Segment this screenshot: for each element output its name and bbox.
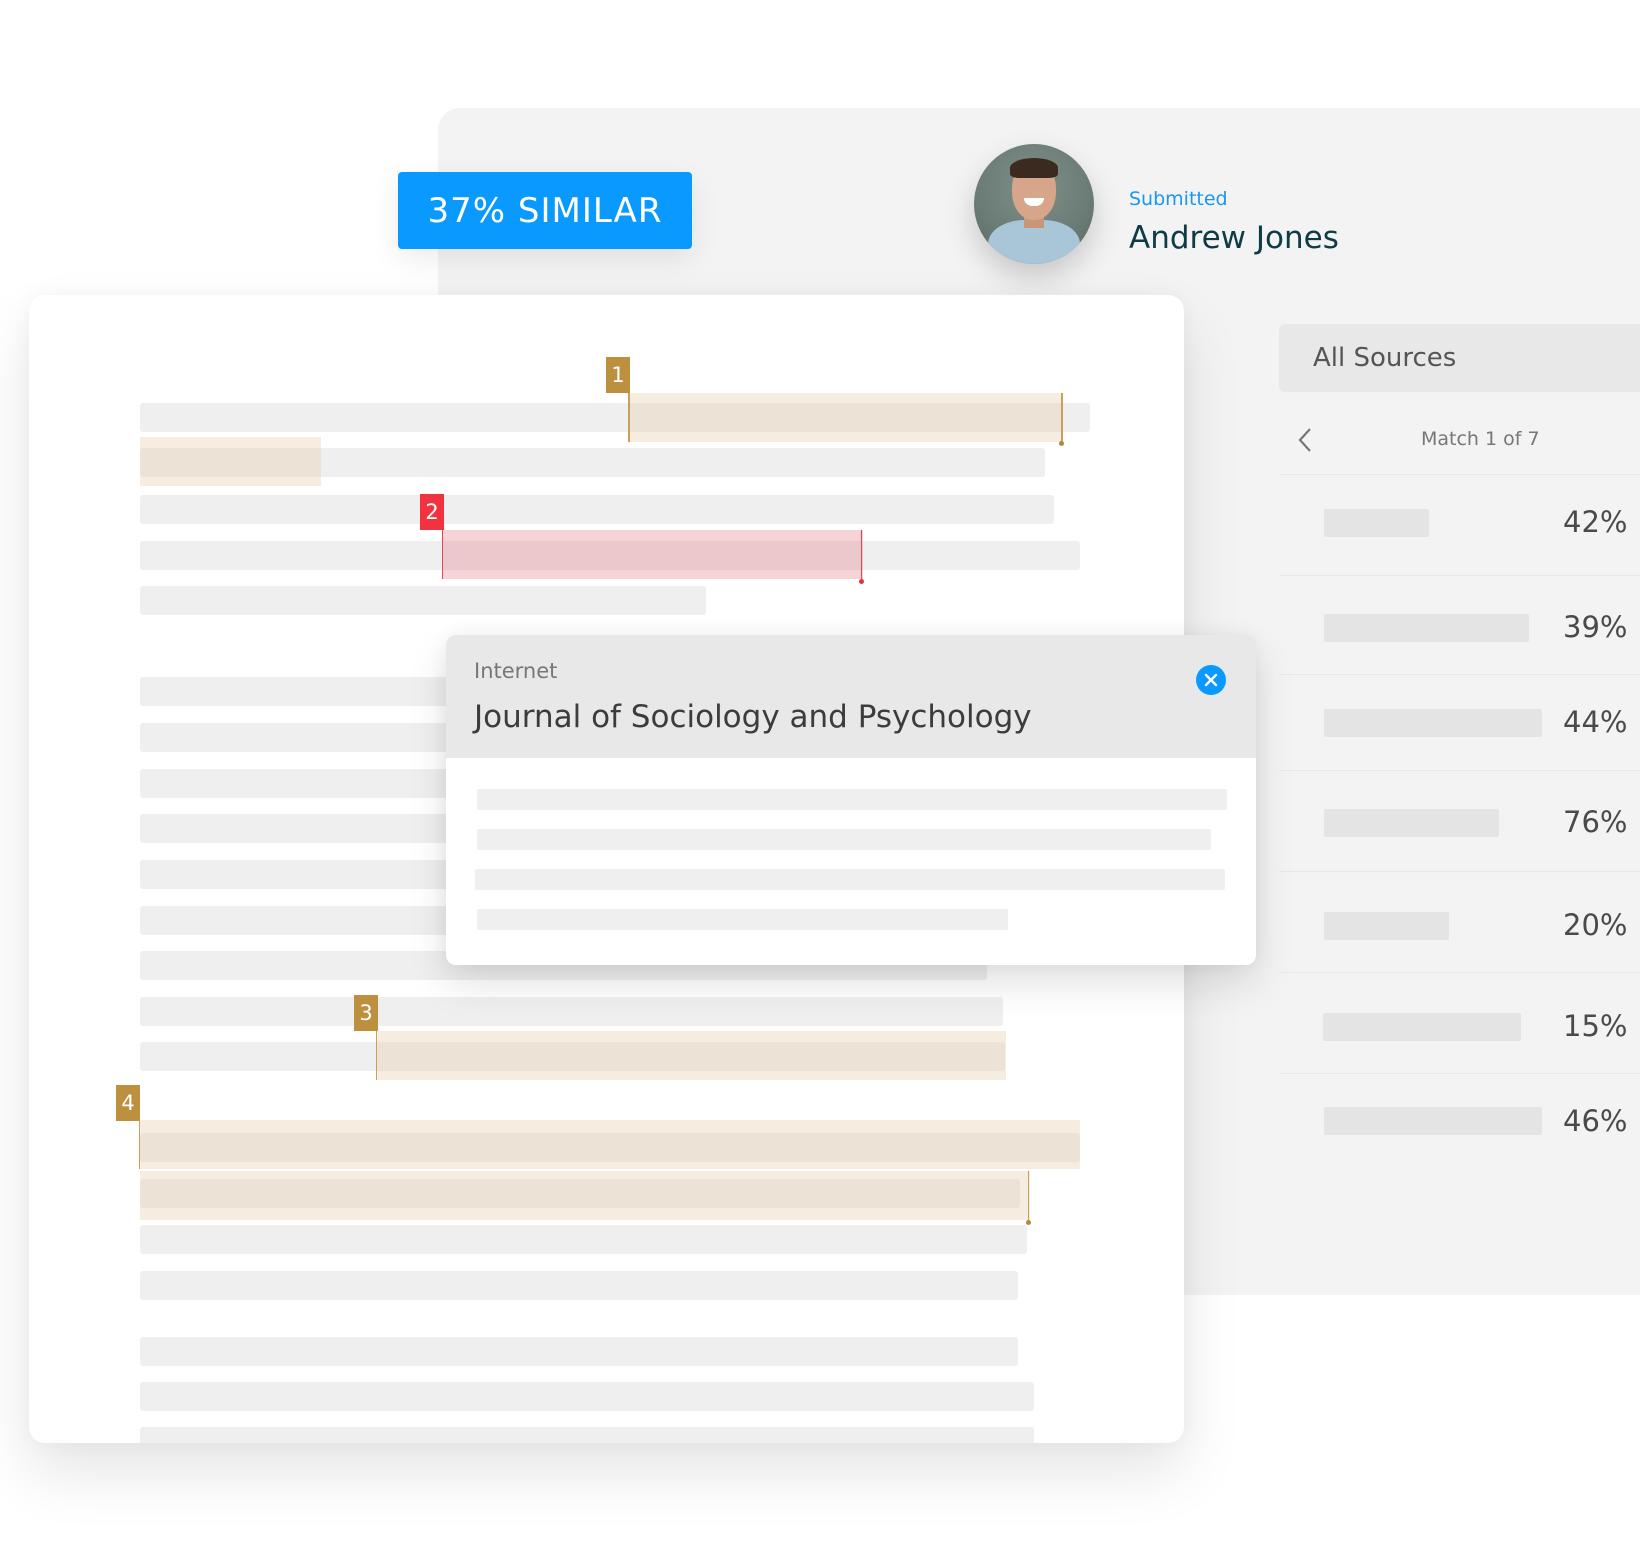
text-line — [140, 586, 706, 615]
submission-status-label: Submitted — [1129, 188, 1228, 210]
source-excerpt-line — [477, 829, 1211, 850]
text-line — [140, 1382, 1034, 1411]
previous-match-button[interactable] — [1291, 424, 1319, 456]
source-row[interactable]: 76% — [1279, 770, 1640, 871]
match-4-end-dot — [1026, 1220, 1031, 1225]
source-percent: 42% — [1563, 505, 1628, 539]
similarity-badge: 37% SIMILAR — [398, 172, 692, 249]
match-1-start-line — [628, 393, 630, 442]
source-popup: Internet Journal of Sociology and Psycho… — [446, 635, 1256, 965]
source-bar — [1324, 509, 1429, 537]
source-percent: 44% — [1563, 705, 1628, 739]
source-excerpt-line — [477, 909, 1008, 930]
avatar — [974, 144, 1094, 264]
source-percent: 15% — [1563, 1009, 1628, 1043]
close-popup-button[interactable] — [1196, 665, 1226, 695]
match-counter: Match 1 of 7 — [1421, 428, 1540, 450]
match-navigation: Match 1 of 7 — [1279, 420, 1640, 460]
match-1-end-line — [1061, 393, 1063, 443]
all-sources-header[interactable]: All Sources — [1279, 324, 1640, 392]
match-3-start-line — [376, 1031, 377, 1080]
source-row[interactable]: 39% — [1279, 575, 1640, 674]
match-4-highlight[interactable] — [140, 1171, 1030, 1220]
source-title[interactable]: Journal of Sociology and Psychology — [474, 699, 1032, 735]
match-1-highlight[interactable] — [140, 437, 321, 486]
text-line — [140, 1271, 1018, 1300]
match-1-marker[interactable]: 1 — [606, 357, 630, 393]
source-bar — [1324, 709, 1542, 737]
chevron-left-icon — [1298, 428, 1311, 452]
match-4-highlight[interactable] — [140, 1120, 1080, 1169]
submitter-name: Andrew Jones — [1129, 220, 1339, 256]
match-4-start-line — [139, 1120, 140, 1169]
text-line — [140, 1337, 1018, 1366]
avatar-hair — [1010, 158, 1058, 178]
source-bar — [1324, 614, 1529, 642]
match-3-highlight[interactable] — [377, 1031, 1006, 1080]
match-2-marker[interactable]: 2 — [420, 494, 444, 530]
source-row[interactable]: 20% — [1279, 871, 1640, 972]
close-icon — [1204, 673, 1218, 687]
source-popup-header: Internet Journal of Sociology and Psycho… — [446, 635, 1256, 758]
source-row[interactable]: 15% — [1279, 972, 1640, 1073]
text-line — [140, 495, 1054, 524]
source-bar — [1324, 809, 1499, 837]
source-percent: 20% — [1563, 908, 1628, 942]
match-2-end-dot — [859, 579, 864, 584]
text-line — [140, 997, 1003, 1026]
match-4-end-line — [1028, 1171, 1029, 1221]
text-line — [140, 1427, 1034, 1443]
source-excerpt-line — [475, 869, 1225, 890]
source-bar — [1324, 912, 1449, 940]
source-bar — [1324, 1107, 1542, 1135]
match-2-start-line — [442, 530, 443, 579]
match-2-highlight[interactable] — [443, 530, 863, 579]
match-4-marker[interactable]: 4 — [116, 1085, 140, 1121]
source-percent: 76% — [1563, 805, 1628, 839]
match-1-highlight[interactable] — [629, 393, 1062, 442]
source-excerpt-line — [477, 789, 1227, 810]
source-row[interactable]: 42% — [1279, 474, 1640, 575]
source-percent: 46% — [1563, 1104, 1628, 1138]
source-list: 42% 39% 44% 76% 20% 15% 46% — [1279, 474, 1640, 1174]
match-1-end-dot — [1059, 441, 1064, 446]
match-2-end-line — [861, 530, 862, 580]
source-row[interactable]: 44% — [1279, 674, 1640, 770]
source-bar — [1323, 1013, 1521, 1041]
source-row[interactable]: 46% — [1279, 1073, 1640, 1174]
text-line — [140, 1225, 1027, 1254]
match-3-marker[interactable]: 3 — [354, 995, 378, 1031]
source-percent: 39% — [1563, 610, 1628, 644]
source-type: Internet — [474, 659, 558, 683]
